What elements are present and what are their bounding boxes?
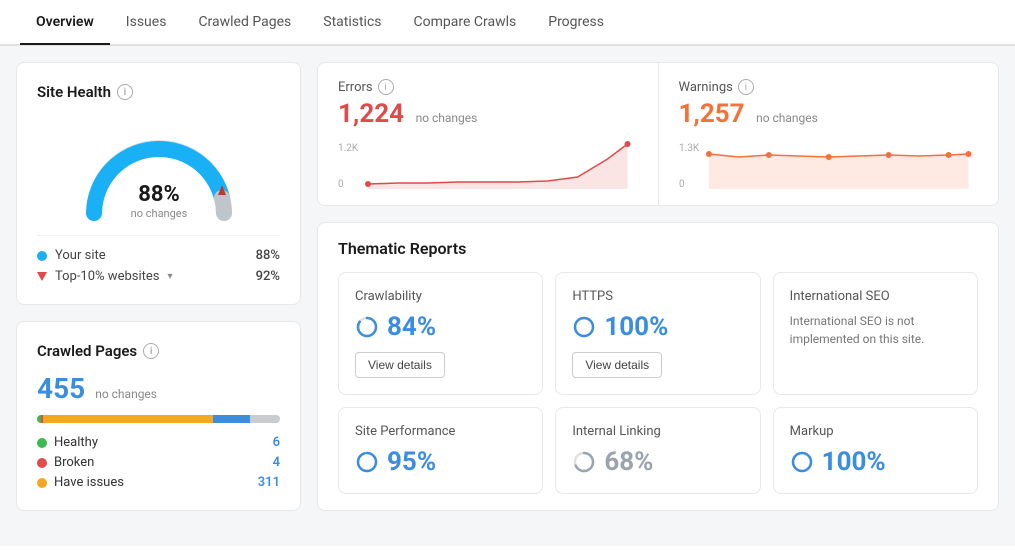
crawlability-view-details[interactable]: View details [355,352,445,378]
legend-top10: Top-10% websites ▾ 92% [37,269,280,284]
tab-issues[interactable]: Issues [110,0,183,44]
https-view-details[interactable]: View details [572,352,662,378]
your-site-dot [37,251,47,261]
https-name: HTTPS [572,289,743,304]
crawlability-percent: 84% [355,312,526,342]
main-content: Site Health i 88% no changes [0,46,1015,546]
intl-seo-description: International SEO is not implemented on … [790,312,961,348]
markup-ring-icon [790,450,814,474]
gauge-label: no changes [130,207,187,220]
crawled-pages-label: Crawled Pages [37,342,137,360]
top10-label: Top-10% websites [55,269,159,284]
crawled-pages-card: Crawled Pages i 455 no changes Healthy [16,321,301,511]
thematic-reports-section: Thematic Reports Crawlability 84% View d… [317,222,999,511]
metrics-row: Errors i 1,224 no changes 1.2K 0 [317,62,999,206]
warnings-info-icon[interactable]: i [738,79,754,95]
https-percent: 100% [572,312,743,342]
report-internal-linking: Internal Linking 68% [555,407,760,494]
healthy-count: 6 [273,435,280,450]
markup-percent: 100% [790,447,961,477]
errors-value: 1,224 [338,99,404,129]
warnings-label: Warnings i [679,79,979,95]
internal-linking-name: Internal Linking [572,424,743,439]
pb-blue [213,415,249,423]
svg-text:0: 0 [338,179,344,189]
tab-crawled-pages[interactable]: Crawled Pages [182,0,307,44]
errors-block: Errors i 1,224 no changes 1.2K 0 [318,63,659,205]
tab-overview[interactable]: Overview [20,0,110,44]
warnings-value: 1,257 [679,99,745,129]
gauge-container: 88% no changes [37,113,280,223]
errors-no-change: no changes [416,111,478,125]
https-ring-icon [572,315,596,339]
site-health-label: Site Health [37,83,111,101]
broken-label: Broken [54,455,94,470]
errors-info-icon[interactable]: i [378,79,394,95]
sidebar: Site Health i 88% no changes [16,62,301,530]
top10-value: 92% [256,269,280,284]
warnings-chart: 1.3K 0 [679,139,979,189]
top10-triangle [37,272,47,281]
intl-seo-name: International SEO [790,289,961,304]
right-panel: Errors i 1,224 no changes 1.2K 0 [317,62,999,530]
gauge-percent: 88% [138,182,180,207]
errors-label: Errors i [338,79,638,95]
top-nav: Overview Issues Crawled Pages Statistics… [0,0,1015,46]
pb-gray [250,415,280,423]
tab-progress[interactable]: Progress [532,0,620,44]
legend-your-site: Your site 88% [37,248,280,263]
crawled-no-changes: no changes [95,387,157,401]
report-https: HTTPS 100% View details [555,272,760,395]
report-site-performance: Site Performance 95% [338,407,543,494]
healthy-label: Healthy [54,435,98,450]
site-health-legend: Your site 88% Top-10% websites ▾ 92% [37,235,280,284]
crawlability-ring-icon [355,315,379,339]
warnings-no-change: no changes [756,111,818,125]
svg-text:0: 0 [679,179,685,189]
markup-name: Markup [790,424,961,439]
warnings-block: Warnings i 1,257 no changes 1.3K 0 [659,63,999,205]
gauge-svg: 88% no changes [74,113,244,223]
internal-linking-percent: 68% [572,447,743,477]
errors-chart: 1.2K 0 [338,139,638,189]
site-health-title: Site Health i [37,83,280,101]
healthy-dot [37,438,47,448]
svg-text:1.2K: 1.2K [338,143,359,154]
site-performance-ring-icon [355,450,379,474]
pb-orange [43,415,213,423]
issues-label: Have issues [54,475,124,490]
your-site-value: 88% [256,248,280,263]
site-performance-name: Site Performance [355,424,526,439]
your-site-label: Your site [55,248,106,263]
report-markup: Markup 100% [773,407,978,494]
issues-dot [37,478,47,488]
tab-compare-crawls[interactable]: Compare Crawls [398,0,533,44]
health-broken: Broken 4 [37,455,280,470]
crawled-pages-info-icon[interactable]: i [143,343,159,359]
reports-grid: Crawlability 84% View details HTTPS [338,272,978,494]
report-crawlability: Crawlability 84% View details [338,272,543,395]
crawled-pages-title: Crawled Pages i [37,342,280,360]
report-intl-seo: International SEO International SEO is n… [773,272,978,395]
crawled-progress-bar [37,415,280,423]
tab-statistics[interactable]: Statistics [307,0,397,44]
health-healthy: Healthy 6 [37,435,280,450]
internal-linking-ring-icon [572,450,596,474]
health-list: Healthy 6 Broken 4 Have issues [37,435,280,490]
issues-count: 311 [258,475,280,490]
site-performance-percent: 95% [355,447,526,477]
crawlability-name: Crawlability [355,289,526,304]
broken-count: 4 [273,455,280,470]
broken-dot [37,458,47,468]
svg-text:1.3K: 1.3K [679,143,700,154]
site-health-card: Site Health i 88% no changes [16,62,301,305]
crawled-count: 455 [37,372,85,405]
thematic-reports-title: Thematic Reports [338,239,978,258]
health-have-issues: Have issues 311 [37,475,280,490]
chevron-down-icon[interactable]: ▾ [167,271,172,282]
site-health-info-icon[interactable]: i [117,84,133,100]
